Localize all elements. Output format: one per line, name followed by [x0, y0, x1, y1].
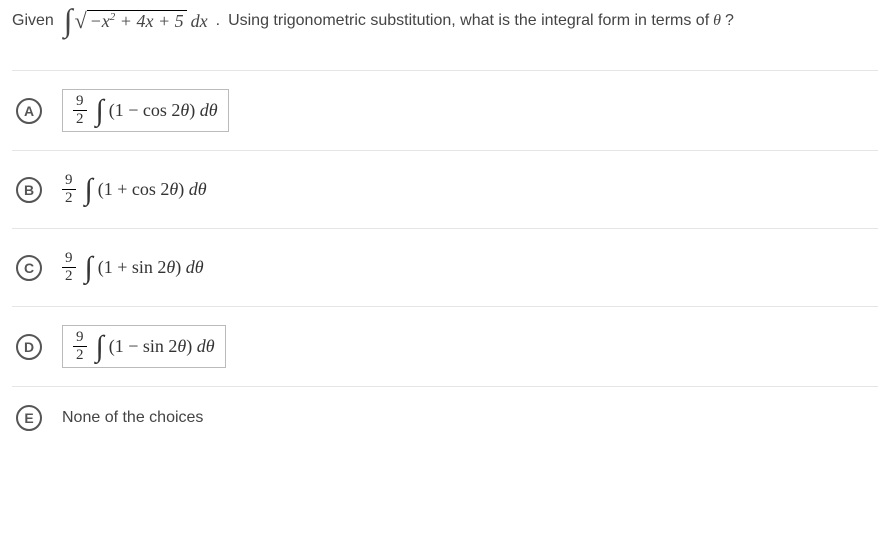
choices-list: A 9 2 ∫ (1 − cos 2θ) dθ B 9 2 ∫ (1 + cos… [12, 70, 878, 435]
choice-e[interactable]: E None of the choices [12, 387, 878, 435]
question-integral: ∫ √ −x2 + 4x + 5 dx [64, 8, 208, 34]
choice-letter: A [16, 98, 42, 124]
integrand: (1 + sin 2θ) dθ [98, 257, 204, 278]
theta-var: θ [713, 12, 721, 30]
sqrt-expression: √ −x2 + 4x + 5 [75, 8, 187, 34]
integrand: (1 − cos 2θ) dθ [109, 100, 218, 121]
choice-c[interactable]: C 9 2 ∫ (1 + sin 2θ) dθ [12, 229, 878, 307]
question-mark: ? [725, 12, 734, 30]
choice-letter: E [16, 405, 42, 431]
integral-icon: ∫ [64, 8, 73, 34]
choice-letter: B [16, 177, 42, 203]
integrand: (1 + cos 2θ) dθ [98, 179, 207, 200]
choice-formula: 9 2 ∫ (1 − sin 2θ) dθ [62, 325, 226, 368]
question-prefix: Given [12, 12, 54, 30]
integrand: (1 − sin 2θ) dθ [109, 336, 215, 357]
integral-icon: ∫ [96, 335, 104, 359]
choice-formula: 9 2 ∫ (1 + cos 2θ) dθ [62, 169, 207, 210]
choice-b[interactable]: B 9 2 ∫ (1 + cos 2θ) dθ [12, 151, 878, 229]
sqrt-icon: √ [75, 8, 87, 34]
choice-formula: 9 2 ∫ (1 + sin 2θ) dθ [62, 247, 204, 288]
choice-letter: D [16, 334, 42, 360]
question-tail: Using trigonometric substitution, what i… [228, 12, 709, 30]
fraction: 9 2 [73, 330, 87, 363]
choice-text: None of the choices [62, 409, 203, 427]
integral-icon: ∫ [85, 178, 93, 202]
integral-icon: ∫ [85, 256, 93, 280]
choice-d[interactable]: D 9 2 ∫ (1 − sin 2θ) dθ [12, 307, 878, 387]
choice-a[interactable]: A 9 2 ∫ (1 − cos 2θ) dθ [12, 70, 878, 151]
question-prompt: Given ∫ √ −x2 + 4x + 5 dx . Using trigon… [12, 8, 878, 34]
fraction: 9 2 [62, 173, 76, 206]
period: . [216, 12, 220, 30]
choice-letter: C [16, 255, 42, 281]
choice-formula: 9 2 ∫ (1 − cos 2θ) dθ [62, 89, 229, 132]
integral-icon: ∫ [96, 99, 104, 123]
fraction: 9 2 [73, 94, 87, 127]
fraction: 9 2 [62, 251, 76, 284]
dx-text: dx [191, 11, 208, 32]
radicand: −x2 + 4x + 5 [87, 10, 187, 32]
